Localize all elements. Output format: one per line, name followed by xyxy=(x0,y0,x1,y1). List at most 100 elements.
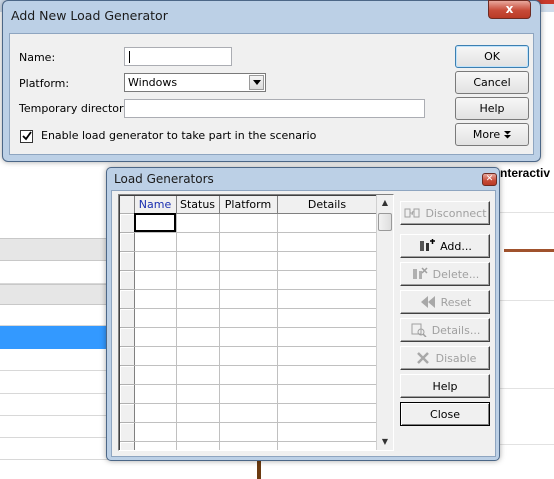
grid-cell[interactable] xyxy=(176,232,220,252)
disable-button[interactable]: Disable xyxy=(400,346,490,370)
table-row[interactable] xyxy=(120,403,378,423)
details-button[interactable]: Details... xyxy=(400,318,490,342)
grid-cell[interactable] xyxy=(134,346,177,366)
row-header[interactable] xyxy=(120,346,135,366)
background-list-row[interactable] xyxy=(0,349,108,371)
help-button[interactable]: Help xyxy=(455,97,529,120)
grid-cell[interactable] xyxy=(277,384,378,404)
ok-button[interactable]: OK xyxy=(455,45,529,68)
grid-cell[interactable] xyxy=(219,441,278,450)
grid-cell[interactable] xyxy=(277,365,378,385)
grid-cell[interactable] xyxy=(219,251,278,271)
row-header[interactable] xyxy=(120,384,135,404)
grid-cell[interactable] xyxy=(277,251,378,271)
row-header[interactable] xyxy=(120,213,135,233)
grid-cell[interactable] xyxy=(134,422,177,442)
grid-cell[interactable] xyxy=(134,289,177,309)
grid-cell[interactable] xyxy=(176,213,220,233)
grid-cell[interactable] xyxy=(176,441,220,450)
table-row[interactable] xyxy=(120,232,378,252)
grid-cell[interactable] xyxy=(277,422,378,442)
background-list-row[interactable] xyxy=(0,438,108,460)
grid-cell[interactable] xyxy=(134,308,177,328)
grid-cell[interactable] xyxy=(134,384,177,404)
grid-cell[interactable] xyxy=(176,384,220,404)
row-header[interactable] xyxy=(120,365,135,385)
grid-cell[interactable] xyxy=(219,289,278,309)
grid-cell[interactable] xyxy=(219,327,278,347)
delete-button[interactable]: Delete... xyxy=(400,262,490,286)
grid-cell[interactable] xyxy=(219,384,278,404)
grid-cell[interactable] xyxy=(176,308,220,328)
table-row[interactable] xyxy=(120,213,378,233)
grid-cell[interactable] xyxy=(134,403,177,423)
grid-cell[interactable] xyxy=(277,327,378,347)
close-dialog-button[interactable]: Close xyxy=(400,402,490,426)
chevron-down-icon[interactable] xyxy=(249,75,264,90)
column-header-details[interactable]: Details xyxy=(277,196,378,214)
temporary-directory-input[interactable] xyxy=(124,99,425,118)
background-list-row[interactable] xyxy=(0,416,108,438)
background-list-row[interactable] xyxy=(0,261,108,284)
column-header-name[interactable]: Name xyxy=(134,196,177,214)
row-header[interactable] xyxy=(120,289,135,309)
grid-cell[interactable] xyxy=(219,346,278,366)
grid-cell[interactable] xyxy=(176,327,220,347)
grid-cell[interactable] xyxy=(219,213,278,233)
row-header[interactable] xyxy=(120,441,135,450)
disconnect-button[interactable]: Disconnect xyxy=(400,201,490,225)
table-row[interactable] xyxy=(120,327,378,347)
grid-cell[interactable] xyxy=(277,232,378,252)
reset-button[interactable]: Reset xyxy=(400,290,490,314)
grid-cell[interactable] xyxy=(277,289,378,309)
grid-cell[interactable] xyxy=(219,403,278,423)
table-row[interactable] xyxy=(120,251,378,271)
platform-select[interactable]: Windows xyxy=(124,73,266,92)
grid-cell[interactable] xyxy=(277,308,378,328)
grid-cell[interactable] xyxy=(176,365,220,385)
scroll-up-icon[interactable]: ▲ xyxy=(377,195,393,211)
load-generators-grid[interactable]: Name Status Platform Details ▲ ▼ xyxy=(118,194,394,451)
add-button[interactable]: Add... xyxy=(400,234,490,258)
help-button[interactable]: Help xyxy=(400,374,490,398)
grid-cell[interactable] xyxy=(176,346,220,366)
table-row[interactable] xyxy=(120,289,378,309)
grid-cell[interactable] xyxy=(219,232,278,252)
background-list-row[interactable] xyxy=(0,394,108,416)
scroll-thumb[interactable] xyxy=(378,213,392,231)
close-button[interactable]: ✕ xyxy=(482,173,497,186)
grid-cell[interactable] xyxy=(219,308,278,328)
background-list-row[interactable] xyxy=(0,371,108,394)
table-row[interactable] xyxy=(120,346,378,366)
enable-checkbox[interactable] xyxy=(20,130,33,143)
grid-cell[interactable] xyxy=(277,213,378,233)
row-header[interactable] xyxy=(120,327,135,347)
grid-cell[interactable] xyxy=(176,289,220,309)
row-header[interactable] xyxy=(120,308,135,328)
grid-cell[interactable] xyxy=(134,213,177,233)
more-button[interactable]: More xyxy=(455,123,529,146)
grid-cell[interactable] xyxy=(277,441,378,450)
name-input[interactable] xyxy=(124,47,232,66)
table-row[interactable] xyxy=(120,422,378,442)
cancel-button[interactable]: Cancel xyxy=(455,71,529,94)
grid-cell[interactable] xyxy=(134,232,177,252)
table-row[interactable] xyxy=(120,308,378,328)
table-row[interactable] xyxy=(120,365,378,385)
row-header[interactable] xyxy=(120,403,135,423)
table-row[interactable] xyxy=(120,441,378,450)
grid-cell[interactable] xyxy=(134,327,177,347)
row-header[interactable] xyxy=(120,270,135,290)
grid-cell[interactable] xyxy=(176,403,220,423)
grid-cell[interactable] xyxy=(219,365,278,385)
grid-cell[interactable] xyxy=(219,422,278,442)
grid-cell[interactable] xyxy=(134,365,177,385)
row-header[interactable] xyxy=(120,251,135,271)
grid-cell[interactable] xyxy=(176,251,220,271)
grid-cell[interactable] xyxy=(134,251,177,271)
vertical-scrollbar[interactable]: ▲ ▼ xyxy=(376,195,393,450)
grid-cell[interactable] xyxy=(277,270,378,290)
table-row[interactable] xyxy=(120,384,378,404)
close-button[interactable]: x xyxy=(488,0,531,19)
row-header[interactable] xyxy=(120,422,135,442)
